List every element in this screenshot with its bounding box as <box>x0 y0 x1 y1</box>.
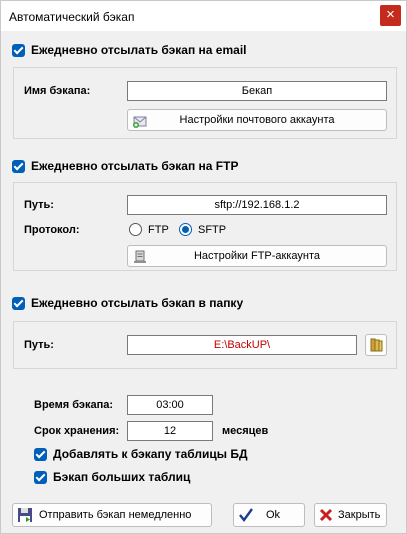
folder-path-label: Путь: <box>24 339 54 351</box>
folder-group: Путь: E:\BackUP\ <box>13 321 397 369</box>
retention-input[interactable]: 12 <box>127 421 213 441</box>
folder-backup-checkbox[interactable]: Ежедневно отсылать бэкап в папку <box>12 296 243 310</box>
folder-backup-label: Ежедневно отсылать бэкап в папку <box>31 296 244 310</box>
browse-folder-button[interactable] <box>365 334 387 356</box>
protocol-label: Протокол: <box>24 224 80 236</box>
folder-icon <box>370 338 383 352</box>
ftp-backup-checkbox[interactable]: Ежедневно отсылать бэкап на FTP <box>12 159 238 173</box>
ftp-path-label: Путь: <box>24 199 54 211</box>
protocol-sftp-label: SFTP <box>198 223 227 236</box>
mail-account-settings-button[interactable]: Настройки почтового аккаунта <box>127 109 387 131</box>
window-title: Автоматический бэкап <box>9 10 135 24</box>
protocol-ftp-radio[interactable]: FTP <box>129 223 169 236</box>
retention-label: Срок хранения: <box>34 425 120 437</box>
checkbox-checked-icon <box>12 43 25 57</box>
big-tables-checkbox[interactable]: Бэкап больших таблиц <box>34 470 190 484</box>
floppy-disk-icon <box>18 508 32 522</box>
checkbox-checked-icon <box>12 159 25 173</box>
ftp-path-input[interactable]: sftp://192.168.1.2 <box>127 195 387 215</box>
close-button[interactable]: Закрыть <box>314 503 387 527</box>
checkbox-checked-icon <box>34 470 47 484</box>
ftp-group: Путь: sftp://192.168.1.2 Протокол: FTP S… <box>13 182 397 271</box>
checkbox-checked-icon <box>12 296 25 310</box>
ok-label: Ok <box>266 509 281 521</box>
mail-account-settings-label: Настройки почтового аккаунта <box>179 114 335 126</box>
email-backup-checkbox[interactable]: Ежедневно отсылать бэкап на email <box>12 43 247 57</box>
email-group: Имя бэкапа: Бекап Настройки почтового ак… <box>13 67 397 139</box>
red-x-icon <box>319 508 333 522</box>
big-tables-label: Бэкап больших таблиц <box>53 470 191 484</box>
db-tables-checkbox[interactable]: Добавлять к бэкапу таблицы БД <box>34 447 248 461</box>
radio-selected-icon <box>179 223 192 236</box>
protocol-ftp-label: FTP <box>148 223 169 236</box>
protocol-sftp-radio[interactable]: SFTP <box>179 223 226 236</box>
email-backup-label: Ежедневно отсылать бэкап на email <box>31 43 247 57</box>
server-icon <box>134 250 146 263</box>
ftp-account-settings-label: Настройки FTP-аккаунта <box>193 250 321 262</box>
backup-dialog: Автоматический бэкап × Ежедневно отсылат… <box>0 0 407 534</box>
radio-unselected-icon <box>129 223 142 236</box>
ftp-account-settings-button[interactable]: Настройки FTP-аккаунта <box>127 245 387 267</box>
backup-name-label: Имя бэкапа: <box>24 85 91 97</box>
title-bar: Автоматический бэкап × <box>1 1 406 31</box>
db-tables-label: Добавлять к бэкапу таблицы БД <box>53 447 248 461</box>
backup-time-input[interactable]: 03:00 <box>127 395 213 415</box>
close-window-button[interactable]: × <box>380 5 401 26</box>
send-now-label: Отправить бэкап немедленно <box>39 509 192 521</box>
backup-name-input[interactable]: Бекап <box>127 81 387 101</box>
close-label: Закрыть <box>338 509 381 521</box>
folder-path-input[interactable]: E:\BackUP\ <box>127 335 357 355</box>
retention-unit-label: месяцев <box>222 425 269 437</box>
checkmark-icon <box>239 508 253 522</box>
ok-button[interactable]: Ok <box>233 503 305 527</box>
ftp-backup-label: Ежедневно отсылать бэкап на FTP <box>31 159 239 173</box>
checkbox-checked-icon <box>34 447 47 461</box>
send-now-button[interactable]: Отправить бэкап немедленно <box>12 503 212 527</box>
backup-time-label: Время бэкапа: <box>34 399 114 411</box>
envelope-icon <box>133 116 147 128</box>
